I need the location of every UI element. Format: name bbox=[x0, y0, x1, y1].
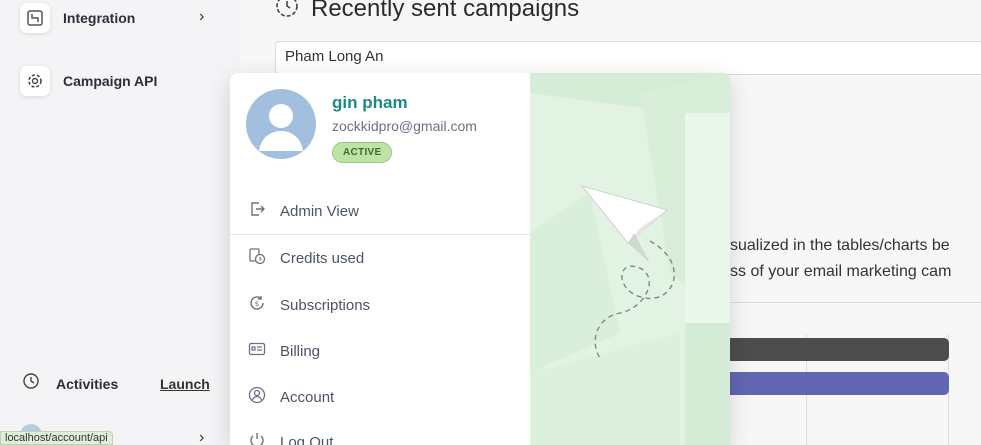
menu-item-label: Account bbox=[280, 388, 335, 406]
api-gear-icon bbox=[20, 66, 50, 96]
menu-item-subscriptions[interactable]: $ Subscriptions bbox=[248, 293, 370, 317]
sidebar-item-campaign-api[interactable]: Campaign API bbox=[20, 65, 157, 97]
menu-item-label: Admin View bbox=[280, 202, 359, 220]
menu-item-admin-view[interactable]: Admin View bbox=[248, 199, 359, 223]
status-bar-url: localhost/account/api bbox=[0, 431, 113, 445]
sidebar-item-integration[interactable]: Integration bbox=[20, 2, 135, 34]
divider bbox=[730, 302, 981, 303]
campaign-name-field[interactable]: Pham Long An bbox=[275, 41, 981, 75]
activities-label: Activities bbox=[56, 375, 119, 392]
description-line: ss of your email marketing cam bbox=[730, 263, 952, 280]
profile-name: gin pham bbox=[332, 93, 408, 112]
credits-clock-icon bbox=[248, 247, 266, 270]
activities-item[interactable]: Activities bbox=[22, 372, 118, 395]
account-user-icon bbox=[248, 386, 266, 409]
exit-arrow-icon bbox=[248, 200, 266, 223]
section-heading: Recently sent campaigns bbox=[275, 0, 579, 23]
clock-icon bbox=[275, 0, 299, 23]
description-line: sualized in the tables/charts be bbox=[730, 237, 950, 254]
chart-bar bbox=[730, 372, 949, 395]
profile-dropdown: gin pham zockkidpro@gmail.com ACTIVE Adm… bbox=[230, 73, 730, 445]
profile-avatar bbox=[246, 89, 316, 159]
chevron-right-icon[interactable]: › bbox=[199, 8, 204, 26]
menu-item-label: Credits used bbox=[280, 249, 365, 267]
menu-item-log-out[interactable]: Log Out bbox=[248, 430, 333, 445]
billing-card-icon bbox=[248, 340, 266, 363]
menu-divider bbox=[230, 234, 530, 235]
menu-item-label: Billing bbox=[280, 342, 321, 360]
chevron-right-icon[interactable]: › bbox=[199, 429, 204, 445]
subscriptions-icon: $ bbox=[248, 294, 266, 317]
history-icon bbox=[22, 372, 40, 395]
sidebar: Integration › Campaign API Activities La… bbox=[0, 0, 240, 445]
sidebar-item-label: Integration bbox=[63, 10, 136, 26]
menu-item-credits-used[interactable]: Credits used bbox=[248, 246, 364, 270]
menu-item-billing[interactable]: Billing bbox=[248, 339, 320, 363]
menu-item-account[interactable]: Account bbox=[248, 385, 334, 409]
integration-icon bbox=[20, 3, 50, 33]
menu-item-label: Log Out bbox=[280, 433, 334, 445]
status-badge: ACTIVE bbox=[332, 142, 393, 163]
menu-item-label: Subscriptions bbox=[280, 296, 371, 314]
chart-bar bbox=[730, 338, 949, 361]
decorative-illustration bbox=[530, 73, 730, 445]
launch-link[interactable]: Launch bbox=[160, 376, 210, 392]
page-title: Recently sent campaigns bbox=[311, 0, 580, 22]
svg-text:$: $ bbox=[255, 300, 259, 308]
power-icon bbox=[248, 431, 266, 445]
sidebar-item-label: Campaign API bbox=[63, 73, 158, 89]
profile-email: zockkidpro@gmail.com bbox=[332, 118, 477, 134]
